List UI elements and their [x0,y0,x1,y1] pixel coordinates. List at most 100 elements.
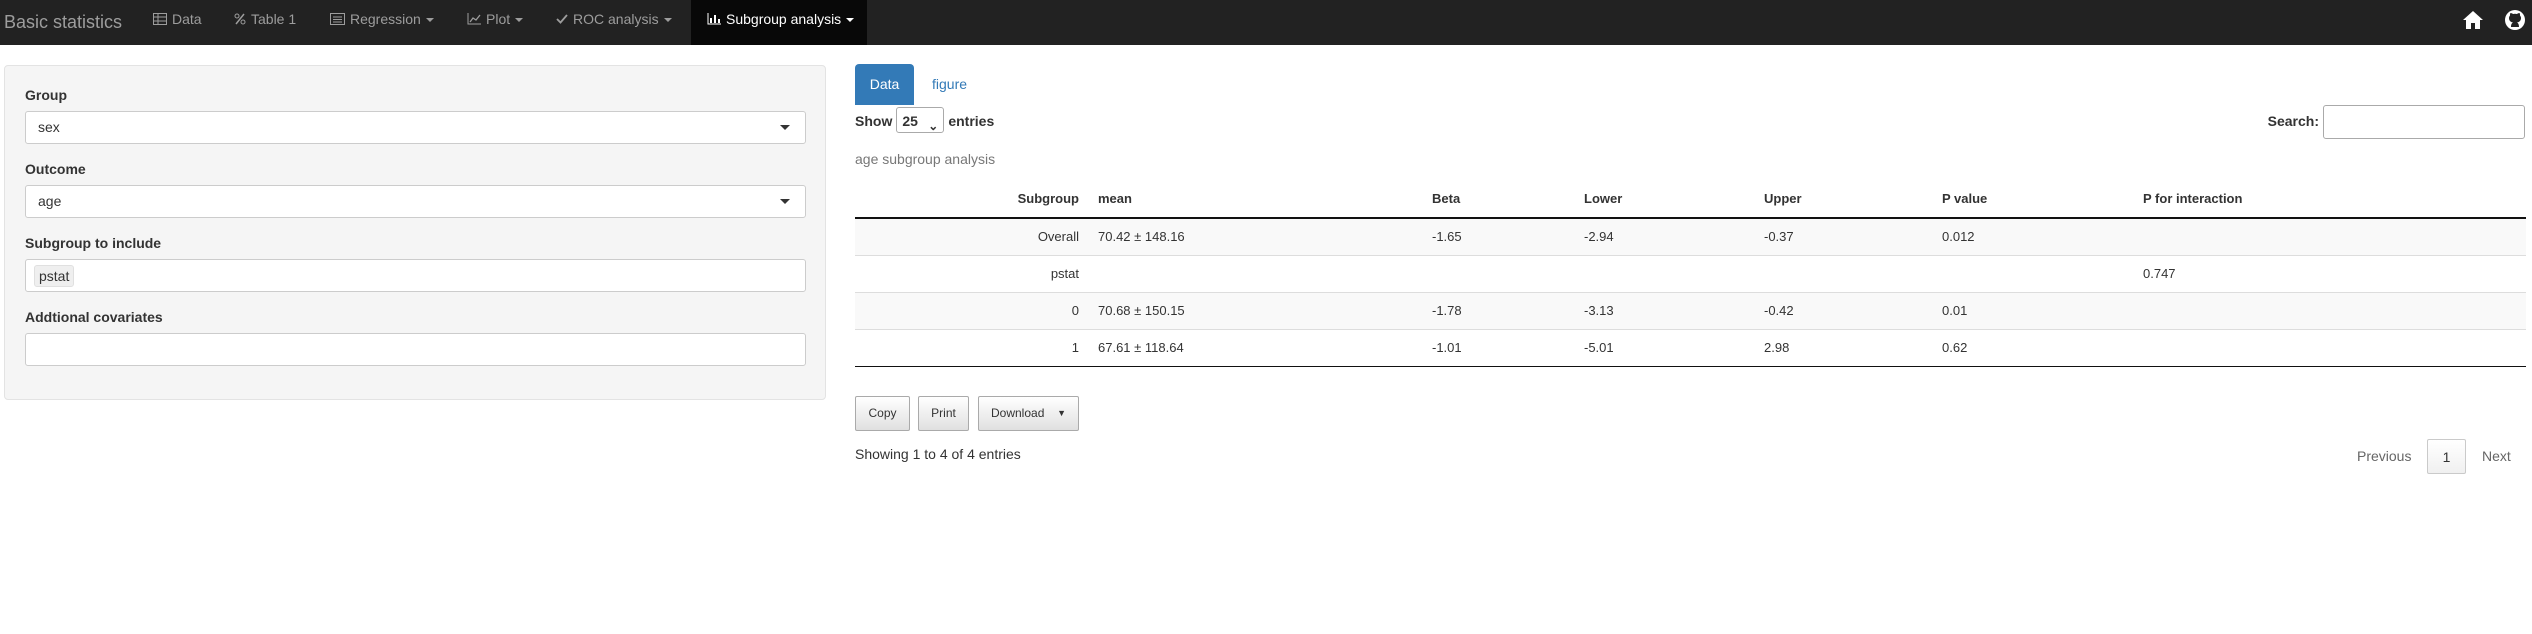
entries-length-control: Show 25 ⌄ entries [855,107,994,134]
cell-subgroup: pstat [855,255,1098,293]
pagination-page-1[interactable]: 1 [2427,439,2466,474]
check-icon [556,14,568,25]
col-header-mean[interactable]: mean [1098,180,1432,219]
cell-beta: -1.78 [1432,292,1584,330]
table-search: Search: [2267,104,2525,140]
nav-subgroup-label: Subgroup analysis [726,11,842,27]
cell-beta [1432,255,1584,293]
navbar: Basic statistics Data Table 1 Regression… [0,0,2532,45]
tab-data[interactable]: Data [855,64,914,105]
col-header-lower[interactable]: Lower [1584,180,1764,219]
cell-subgroup: 1 [855,329,1098,367]
copy-button[interactable]: Copy [855,396,910,431]
app-brand[interactable]: Basic statistics [4,0,122,45]
cell-upper [1764,255,1942,293]
cell-mean: 70.42 ± 148.16 [1098,218,1432,256]
home-icon[interactable] [2461,8,2485,32]
outcome-label: Outcome [25,161,86,177]
chevron-down-icon [425,18,434,23]
subgroup-label: Subgroup to include [25,235,162,251]
cell-beta: -1.01 [1432,329,1584,367]
download-button[interactable]: Download ▼ [978,396,1079,431]
nav-plot[interactable]: Plot [467,0,524,45]
chevron-down-icon: ⌄ [928,119,939,133]
cell-upper: -0.37 [1764,218,1942,256]
entries-label: entries [948,113,995,129]
cell-subgroup: 0 [855,292,1098,330]
outcome-select[interactable]: age [25,185,806,218]
cell-pvalue: 0.012 [1942,218,2143,256]
cell-upper: 2.98 [1764,329,1942,367]
chevron-down-icon [663,18,672,23]
group-label: Group [25,87,67,103]
table-row[interactable]: 1 67.61 ± 118.64 -1.01 -5.01 2.98 0.62 [855,329,2526,367]
col-header-upper[interactable]: Upper [1764,180,1942,219]
download-button-label: Download [991,406,1045,420]
nav-roc[interactable]: ROC analysis [556,0,672,45]
search-label: Search: [2267,113,2319,129]
show-label: Show [855,113,893,129]
cell-pvalue: 0.62 [1942,329,2143,367]
cell-subgroup: Overall [855,218,1098,256]
col-header-beta[interactable]: Beta [1432,180,1584,219]
table-info: Showing 1 to 4 of 4 entries [855,446,1021,462]
caret-down-icon [780,125,790,130]
nav-regression[interactable]: Regression [330,0,434,45]
cell-mean: 70.68 ± 150.15 [1098,292,1432,330]
table-caption: age subgroup analysis [855,151,996,167]
group-select-value: sex [38,119,60,135]
nav-plot-label: Plot [486,11,511,27]
col-header-pvalue[interactable]: P value [1942,180,2143,219]
entries-select[interactable]: 25 ⌄ [896,107,945,133]
cell-mean [1098,255,1432,293]
line-chart-icon [467,13,481,25]
chevron-down-icon [846,18,855,23]
nav-table1-label: Table 1 [251,11,297,27]
nav-regression-label: Regression [350,11,421,27]
entries-select-value: 25 [902,113,918,129]
table-row[interactable]: 0 70.68 ± 150.15 -1.78 -3.13 -0.42 0.01 [855,292,2526,330]
cell-lower: -2.94 [1584,218,1764,256]
cell-beta: -1.65 [1432,218,1584,256]
github-icon[interactable] [2503,8,2527,32]
results-table: Subgroup mean Beta Lower Upper P value P… [855,180,2526,367]
cell-pinteraction: 0.747 [2143,255,2526,293]
chevron-down-icon [515,18,524,23]
col-header-pinteraction[interactable]: P for interaction [2143,180,2526,219]
tab-figure[interactable]: figure [918,64,981,105]
cell-mean: 67.61 ± 118.64 [1098,329,1432,367]
cell-lower: -3.13 [1584,292,1764,330]
bar-chart-icon [707,13,721,25]
group-select[interactable]: sex [25,111,806,144]
cell-pvalue: 0.01 [1942,292,2143,330]
print-button[interactable]: Print [918,396,969,431]
nav-subgroup[interactable]: Subgroup analysis [691,0,867,45]
search-input[interactable] [2323,105,2525,140]
table-header-row: Subgroup mean Beta Lower Upper P value P… [855,180,2526,219]
outcome-select-value: age [38,193,62,209]
table-icon [153,13,167,26]
cell-lower: -5.01 [1584,329,1764,367]
sidebar-panel: Group sex Outcome age Subgroup to includ… [4,65,826,400]
percent-icon [234,13,246,25]
cell-pinteraction [2143,292,2526,330]
table-row[interactable]: Overall 70.42 ± 148.16 -1.65 -2.94 -0.37… [855,218,2526,256]
nav-table1[interactable]: Table 1 [234,0,296,45]
nav-data[interactable]: Data [153,0,202,45]
nav-roc-label: ROC analysis [573,11,659,27]
newspaper-icon [330,13,345,26]
subgroup-multiselect[interactable]: pstat [25,259,806,292]
caret-down-icon [780,199,790,204]
cell-upper: -0.42 [1764,292,1942,330]
covariates-label: Addtional covariates [25,309,163,325]
table-row[interactable]: pstat 0.747 [855,255,2526,293]
nav-data-label: Data [172,11,202,27]
covariates-multiselect[interactable] [25,333,806,366]
cell-pinteraction [2143,218,2526,256]
pagination-next[interactable]: Next [2482,439,2511,474]
col-header-subgroup[interactable]: Subgroup [855,180,1098,219]
pagination-previous[interactable]: Previous [2357,439,2411,474]
subgroup-tag[interactable]: pstat [34,265,75,287]
cell-lower [1584,255,1764,293]
cell-pvalue [1942,255,2143,293]
